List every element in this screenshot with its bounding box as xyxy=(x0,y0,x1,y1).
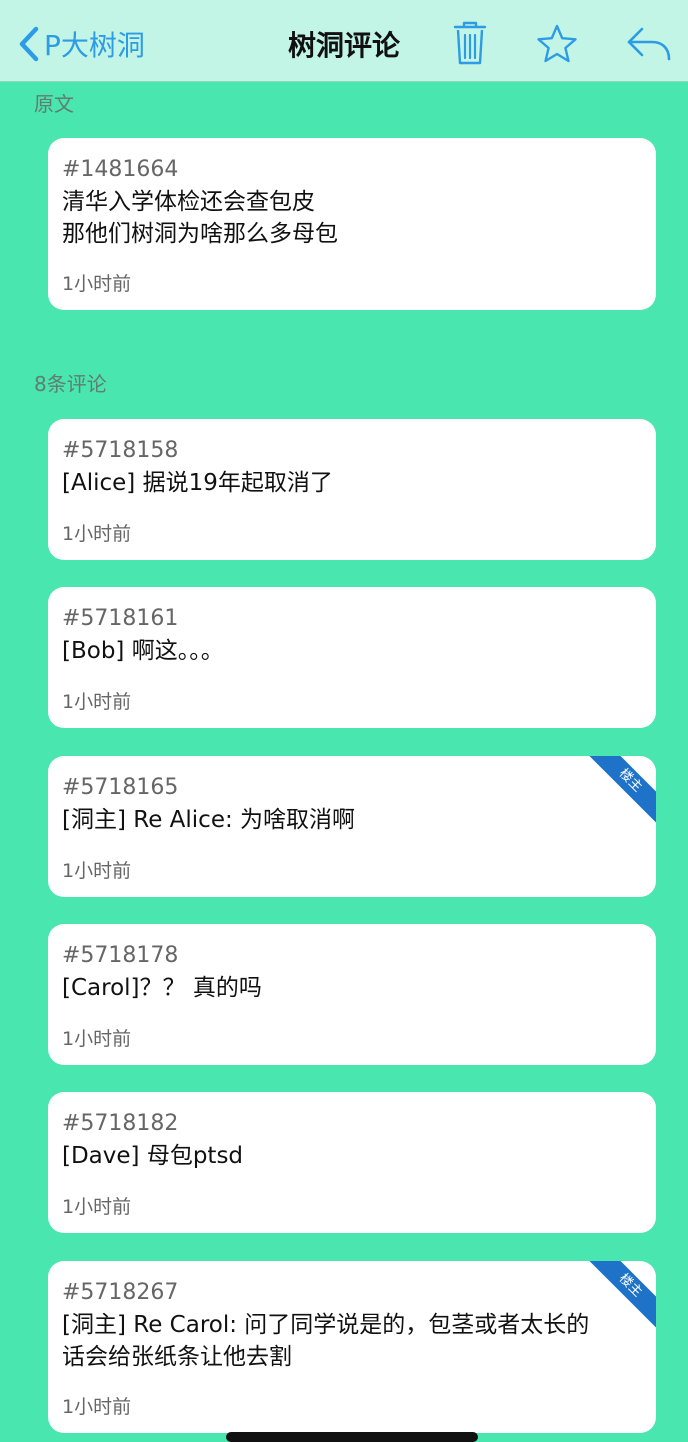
original-section-label: 原文 xyxy=(34,92,74,116)
comment-id: #5718267 xyxy=(62,1280,179,1305)
back-button-label: P大树洞 xyxy=(44,29,145,62)
back-button[interactable]: P大树洞 xyxy=(18,22,145,66)
post-timestamp: 1小时前 xyxy=(62,273,132,295)
comment-timestamp: 1小时前 xyxy=(62,691,132,713)
original-post-card[interactable]: #1481664 清华入学体检还会查包皮 那他们树洞为啥那么多母包 1小时前 xyxy=(48,138,656,310)
comment-card[interactable]: #5718182 [Dave] 母包ptsd 1小时前 xyxy=(48,1092,656,1233)
comment-id: #5718182 xyxy=(62,1111,179,1136)
comment-text: [洞主] Re Alice: 为啥取消啊 xyxy=(62,807,356,833)
reply-arrow-icon xyxy=(627,27,671,61)
trash-icon xyxy=(453,21,487,65)
post-text-line: 那他们树洞为啥那么多母包 xyxy=(62,221,338,247)
comment-timestamp: 1小时前 xyxy=(62,1196,132,1218)
comment-card[interactable]: #5718165 [洞主] Re Alice: 为啥取消啊 1小时前 楼主 xyxy=(48,756,656,897)
comment-text-line: [洞主] Re Carol: 问了同学说是的，包茎或者太长的 xyxy=(62,1312,590,1338)
comment-card[interactable]: #5718178 [Carol]？？ 真的吗 1小时前 xyxy=(48,924,656,1065)
chevron-left-icon xyxy=(19,26,39,62)
comment-text: [Dave] 母包ptsd xyxy=(62,1143,244,1169)
post-text-line: 清华入学体检还会查包皮 xyxy=(62,189,315,215)
comment-text: [Alice] 据说19年起取消了 xyxy=(62,470,333,496)
comment-id: #5718165 xyxy=(62,775,179,800)
comment-id: #5718161 xyxy=(62,606,179,631)
comment-text-line: 话会给张纸条让他去割 xyxy=(62,1344,292,1370)
comment-card[interactable]: #5718161 [Bob] 啊这。。。 1小时前 xyxy=(48,587,656,728)
comment-card[interactable]: #5718267 [洞主] Re Carol: 问了同学说是的，包茎或者太长的 … xyxy=(48,1261,656,1433)
favorite-button[interactable] xyxy=(536,24,578,64)
comment-card[interactable]: #5718158 [Alice] 据说19年起取消了 1小时前 xyxy=(48,419,656,560)
comment-timestamp: 1小时前 xyxy=(62,1028,132,1050)
delete-button[interactable] xyxy=(452,20,488,66)
post-text: 清华入学体检还会查包皮 那他们树洞为啥那么多母包 xyxy=(62,186,642,250)
post-id: #1481664 xyxy=(62,157,179,182)
comment-timestamp: 1小时前 xyxy=(62,860,132,882)
comment-id: #5718178 xyxy=(62,943,179,968)
comment-timestamp: 1小时前 xyxy=(62,523,132,545)
reply-button[interactable] xyxy=(626,26,672,62)
comment-text: [Carol]？？ 真的吗 xyxy=(62,975,262,1001)
comment-text: [洞主] Re Carol: 问了同学说是的，包茎或者太长的 话会给张纸条让他去… xyxy=(62,1309,642,1373)
comment-text: [Bob] 啊这。。。 xyxy=(62,638,224,664)
navigation-bar: P大树洞 树洞评论 xyxy=(0,0,688,82)
comment-id: #5718158 xyxy=(62,438,179,463)
star-icon xyxy=(537,24,577,63)
comments-count-label: 8条评论 xyxy=(34,372,107,396)
comment-timestamp: 1小时前 xyxy=(62,1396,132,1418)
home-indicator xyxy=(226,1432,478,1442)
